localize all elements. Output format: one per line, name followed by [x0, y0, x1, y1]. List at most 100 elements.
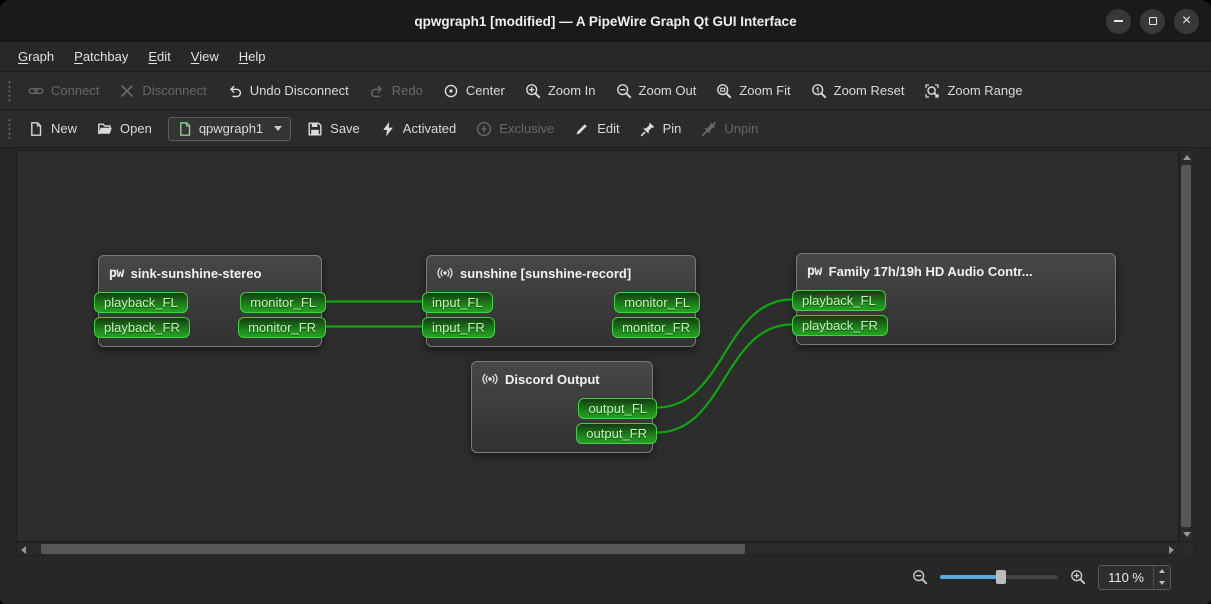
port-playback_FL[interactable]: playback_FL	[792, 290, 886, 311]
activated-icon	[380, 121, 396, 137]
vertical-scroll-thumb[interactable]	[1181, 165, 1191, 527]
scroll-down-arrow[interactable]	[1180, 528, 1193, 541]
toolbar-item-zoom-range[interactable]: Zoom Range	[916, 78, 1030, 104]
menu-patchbay[interactable]: Patchbay	[64, 42, 138, 71]
toolbar-grip[interactable]	[7, 117, 13, 140]
toolbar-main: Connect Disconnect Undo Disconnect Redo Cent…	[0, 72, 1211, 110]
port-row: playback_FR	[792, 313, 1115, 338]
node-title-text: Discord Output	[505, 371, 600, 387]
node-title: pw Family 17h/19h HD Audio Contr...	[797, 254, 1115, 288]
zoom-slider[interactable]	[940, 568, 1059, 586]
node-layer: pw sink-sunshine-stereo playback_FL monitor…	[17, 151, 1178, 541]
scrollbar-corner	[1179, 542, 1193, 556]
port-row: input_FL monitor_FL	[422, 290, 700, 315]
scroll-up-arrow[interactable]	[1180, 151, 1193, 164]
toolbar-item-undo-disconnect[interactable]: Undo Disconnect	[219, 78, 357, 104]
menu-view[interactable]: View	[181, 42, 229, 71]
zoom-increase-button[interactable]	[1154, 566, 1170, 578]
node-discord[interactable]: Discord Output output_FL output_FR	[471, 361, 657, 453]
node-sink[interactable]: pw sink-sunshine-stereo playback_FL monitor…	[94, 255, 326, 347]
menu-edit[interactable]: Edit	[138, 42, 180, 71]
port-row: playback_FR monitor_FR	[94, 315, 326, 340]
toolbar-item-edit[interactable]: Edit	[566, 116, 627, 142]
node-family[interactable]: pw Family 17h/19h HD Audio Contr... playba…	[792, 253, 1116, 345]
zoom-out-icon[interactable]	[912, 569, 928, 585]
port-monitor_FL[interactable]: monitor_FL	[240, 292, 326, 313]
port-input_FR[interactable]: input_FR	[422, 317, 495, 338]
zoom-fit-icon	[716, 83, 732, 99]
zoom-in-icon[interactable]	[1070, 569, 1086, 585]
horizontal-scroll-track[interactable]	[30, 543, 1165, 555]
port-monitor_FR[interactable]: monitor_FR	[612, 317, 700, 338]
port-playback_FL[interactable]: playback_FL	[94, 292, 188, 313]
toolbar-item-open[interactable]: Open	[89, 116, 160, 142]
window-title: qpwgraph1 [modified] — A PipeWire Graph …	[414, 13, 797, 29]
menu-label: Help	[238, 49, 266, 64]
toolbar-item-patchbay-combo[interactable]: qpwgraph1	[167, 116, 292, 141]
toolbar-item-redo: Redo	[361, 78, 431, 104]
port-row: output_FL	[472, 396, 657, 421]
zoom-reset-icon	[811, 83, 827, 99]
vertical-scroll-track[interactable]	[1180, 164, 1192, 528]
toolbar-item-label: Zoom Out	[638, 83, 697, 98]
minimize-button[interactable]	[1106, 8, 1131, 34]
toolbar-item-label: Center	[465, 83, 505, 98]
graph-viewport: pw sink-sunshine-stereo playback_FL monitor…	[16, 150, 1193, 556]
menu-help[interactable]: Help	[229, 42, 276, 71]
close-button[interactable]: ×	[1174, 8, 1199, 34]
port-monitor_FR[interactable]: monitor_FR	[238, 317, 326, 338]
menu-label: Graph	[18, 49, 55, 64]
toolbar-item-save[interactable]: Save	[299, 116, 368, 142]
titlebar[interactable]: qpwgraph1 [modified] — A PipeWire Graph …	[0, 0, 1211, 42]
menu-label: Edit	[148, 49, 171, 64]
toolbar-item-zoom-fit[interactable]: Zoom Fit	[708, 78, 798, 104]
zoom-slider-handle[interactable]	[996, 570, 1007, 584]
exclusive-icon	[476, 121, 492, 137]
vertical-scrollbar[interactable]	[1179, 150, 1193, 542]
port-input_FL[interactable]: input_FL	[422, 292, 493, 313]
toolbar-item-label: Exclusive	[499, 121, 555, 136]
toolbar-item-zoom-out[interactable]: Zoom Out	[608, 78, 705, 104]
maximize-button[interactable]	[1140, 8, 1165, 34]
port-playback_FR[interactable]: playback_FR	[792, 315, 888, 336]
port-output_FR[interactable]: output_FR	[576, 423, 657, 444]
scroll-right-arrow[interactable]	[1165, 543, 1178, 556]
scroll-left-arrow[interactable]	[17, 543, 30, 556]
menu-label: Patchbay	[74, 49, 129, 64]
chevron-down-icon	[274, 126, 283, 131]
node-sunshine[interactable]: sunshine [sunshine-record] input_FL monito…	[422, 255, 700, 347]
file-icon	[177, 121, 193, 137]
toolbar-item-pin[interactable]: Pin	[632, 116, 690, 142]
toolbar-item-label: Open	[120, 121, 152, 136]
toolbar-item-center[interactable]: Center	[435, 78, 513, 104]
port-playback_FR[interactable]: playback_FR	[94, 317, 190, 338]
node-title: sunshine [sunshine-record]	[427, 256, 695, 290]
zoom-decrease-button[interactable]	[1154, 577, 1170, 589]
toolbar-item-new[interactable]: New	[20, 116, 85, 142]
toolbar-item-zoom-reset[interactable]: Zoom Reset	[803, 78, 913, 104]
toolbar-grip[interactable]	[7, 79, 13, 102]
zoom-in-icon	[525, 83, 541, 99]
connect-icon	[28, 83, 44, 99]
toolbar-item-unpin: Unpin	[693, 116, 766, 142]
node-title-text: sunshine [sunshine-record]	[460, 265, 632, 281]
toolbar-item-label: Pin	[662, 121, 682, 136]
menu-graph[interactable]: Graph	[8, 42, 64, 71]
toolbar-item-label: Connect	[51, 83, 100, 98]
toolbar-item-activated[interactable]: Activated	[372, 116, 464, 142]
graph-canvas[interactable]: pw sink-sunshine-stereo playback_FL monitor…	[16, 150, 1179, 542]
toolbar-file: New Open qpwgraph1 Save Activated Exclusive Ed…	[0, 110, 1211, 148]
new-icon	[28, 121, 44, 137]
port-output_FL[interactable]: output_FL	[578, 398, 657, 419]
toolbar-item-label: Activated	[402, 121, 457, 136]
toolbar-item-label: Undo Disconnect	[249, 83, 349, 98]
edit-icon	[574, 121, 590, 137]
horizontal-scrollbar[interactable]	[16, 542, 1179, 556]
port-monitor_FL[interactable]: monitor_FL	[614, 292, 700, 313]
toolbar-item-zoom-in[interactable]: Zoom In	[517, 78, 604, 104]
horizontal-scroll-thumb[interactable]	[41, 544, 746, 554]
zoom-spinbox[interactable]: 110 %	[1098, 564, 1171, 590]
zoom-out-icon	[616, 83, 632, 99]
port-row: playback_FL	[792, 288, 1115, 313]
node-title-text: Family 17h/19h HD Audio Contr...	[828, 263, 1033, 279]
